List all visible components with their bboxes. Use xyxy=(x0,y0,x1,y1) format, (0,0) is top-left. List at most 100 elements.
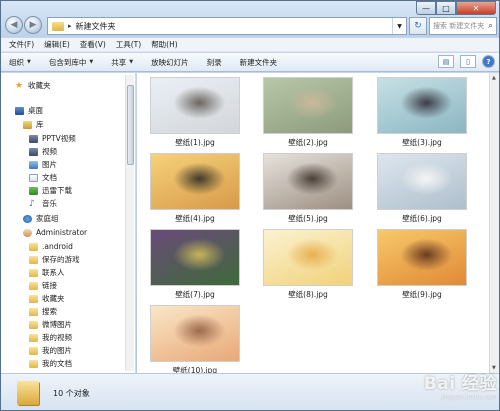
nav-library-documents[interactable]: 文档 xyxy=(29,171,57,184)
nav-user-folder-label: 我的图片 xyxy=(42,346,72,355)
nav-user-folder[interactable]: 收藏夹 xyxy=(29,292,65,305)
file-item[interactable]: 壁纸(2).jpg xyxy=(262,77,354,151)
menu-file[interactable]: 文件(F) xyxy=(9,39,34,50)
user-icon xyxy=(23,228,32,237)
nav-user-folder-label: .android xyxy=(42,242,73,251)
file-name: 壁纸(8).jpg xyxy=(288,290,328,299)
scroll-down-icon[interactable]: ▼ xyxy=(492,365,496,371)
preview-pane-button[interactable]: ▯ xyxy=(460,55,476,68)
nav-libraries-label: 库 xyxy=(36,120,44,129)
file-thumbnail xyxy=(377,153,467,210)
include-in-library-button[interactable]: 包含到库中 ▼ xyxy=(49,57,93,68)
nav-library-pptv[interactable]: PPTV视频 xyxy=(29,132,76,145)
file-thumbnail xyxy=(263,77,353,134)
file-item[interactable]: 壁纸(4).jpg xyxy=(149,153,241,227)
navigation-pane: ★ 收藏夹 桌面 库 PPTV视频 视频 图片 文档 迅雷下载 ♪ 音乐 家庭组… xyxy=(1,73,136,373)
address-dropdown-button[interactable]: ▼ xyxy=(392,18,406,34)
menu-tools[interactable]: 工具(T) xyxy=(116,39,141,50)
nav-library-pptv-label: PPTV视频 xyxy=(42,134,76,143)
search-input[interactable]: 搜索 新建文件夹 ⌕ xyxy=(429,17,497,35)
star-icon: ★ xyxy=(15,80,24,91)
file-item[interactable]: 壁纸(6).jpg xyxy=(376,153,468,227)
file-name: 壁纸(7).jpg xyxy=(175,290,215,299)
slideshow-button[interactable]: 放映幻灯片 xyxy=(151,57,189,68)
nav-homegroup[interactable]: 家庭组 xyxy=(23,212,59,225)
view-icon: ▤ xyxy=(442,57,450,66)
nav-user-folder-label: 联系人 xyxy=(42,268,65,277)
nav-user-folder[interactable]: 微博图片 xyxy=(29,318,72,331)
nav-user-folder[interactable]: 链接 xyxy=(29,279,57,292)
nav-libraries[interactable]: 库 xyxy=(23,118,44,131)
share-button[interactable]: 共享 ▼ xyxy=(111,57,133,68)
organize-label: 组织 xyxy=(9,57,24,67)
video-library-icon xyxy=(29,147,38,156)
nav-user[interactable]: Administrator xyxy=(23,226,87,239)
menu-view[interactable]: 查看(V) xyxy=(80,39,106,50)
file-thumbnail xyxy=(377,77,467,134)
menu-bar: 文件(F) 编辑(E) 查看(V) 工具(T) 帮助(H) xyxy=(1,38,499,52)
nav-user-folder-label: 我的视频 xyxy=(42,333,72,342)
desktop-icon xyxy=(15,106,24,115)
file-item[interactable]: 壁纸(7).jpg xyxy=(149,229,241,303)
nav-library-thunder[interactable]: 迅雷下载 xyxy=(29,184,72,197)
organize-button[interactable]: 组织 ▼ xyxy=(9,57,31,68)
nav-library-thunder-label: 迅雷下载 xyxy=(42,186,72,195)
breadcrumb-current[interactable]: 新建文件夹 xyxy=(76,21,116,32)
nav-user-folder[interactable]: 搜索 xyxy=(29,305,57,318)
back-button[interactable]: ◀ xyxy=(5,16,23,34)
file-thumbnail xyxy=(263,153,353,210)
minimize-button[interactable]: — xyxy=(416,1,436,15)
close-button[interactable]: ✕ xyxy=(456,1,496,15)
file-thumbnail xyxy=(150,77,240,134)
slideshow-label: 放映幻灯片 xyxy=(151,57,189,67)
view-options-button[interactable]: ▤ xyxy=(438,55,454,68)
folder-icon xyxy=(29,359,38,368)
search-icon: ⌕ xyxy=(487,21,493,31)
nav-user-folder[interactable]: 我的图片 xyxy=(29,344,72,357)
file-item[interactable]: 壁纸(1).jpg xyxy=(149,77,241,151)
folder-icon xyxy=(29,255,38,264)
file-item[interactable]: 壁纸(8).jpg xyxy=(262,229,354,303)
chevron-down-icon: ▼ xyxy=(89,59,94,65)
nav-library-music[interactable]: ♪ 音乐 xyxy=(29,197,57,210)
nav-library-videos[interactable]: 视频 xyxy=(29,145,57,158)
nav-favorites[interactable]: ★ 收藏夹 xyxy=(15,79,51,92)
breadcrumb-separator-icon[interactable]: ▸ xyxy=(68,22,72,30)
music-icon: ♪ xyxy=(29,198,35,209)
nav-user-folder[interactable]: 我的文档 xyxy=(29,357,72,370)
refresh-button[interactable]: ↻ xyxy=(409,17,427,35)
title-bar: — □ ✕ ◀ ▶ ▸ 新建文件夹 ▼ ↻ 搜索 新建文件夹 ⌕ xyxy=(1,1,499,37)
scroll-up-icon[interactable]: ▲ xyxy=(492,75,496,81)
burn-button[interactable]: 刻录 xyxy=(207,57,222,68)
file-thumbnail xyxy=(377,229,467,286)
burn-label: 刻录 xyxy=(206,57,222,67)
folder-icon xyxy=(29,320,38,329)
file-name: 壁纸(3).jpg xyxy=(402,138,442,147)
help-icon: ? xyxy=(486,57,491,66)
maximize-button[interactable]: □ xyxy=(436,1,456,15)
file-item[interactable]: 壁纸(5).jpg xyxy=(262,153,354,227)
command-bar: 组织 ▼ 包含到库中 ▼ 共享 ▼ 放映幻灯片 刻录 新建文件夹 ▤ ▯ ? xyxy=(1,53,499,72)
explorer-window: — □ ✕ ◀ ▶ ▸ 新建文件夹 ▼ ↻ 搜索 新建文件夹 ⌕ 文件(F) 编… xyxy=(0,0,500,411)
address-bar[interactable]: ▸ 新建文件夹 ▼ xyxy=(47,17,407,35)
file-item[interactable]: 壁纸(3).jpg xyxy=(376,77,468,151)
scrollbar-thumb[interactable] xyxy=(127,85,134,165)
nav-desktop[interactable]: 桌面 xyxy=(15,104,43,117)
menu-edit[interactable]: 编辑(E) xyxy=(44,39,70,50)
folder-icon xyxy=(29,307,38,316)
nav-user-folder[interactable]: 保存的游戏 xyxy=(29,253,80,266)
file-item[interactable]: 壁纸(9).jpg xyxy=(376,229,468,303)
nav-user-folder[interactable]: 我的视频 xyxy=(29,331,72,344)
navigation-scrollbar[interactable] xyxy=(125,75,134,371)
nav-user-folder[interactable]: 联系人 xyxy=(29,266,65,279)
help-button[interactable]: ? xyxy=(482,55,495,68)
new-folder-button[interactable]: 新建文件夹 xyxy=(240,57,278,68)
menu-help[interactable]: 帮助(H) xyxy=(151,39,178,50)
nav-library-pictures[interactable]: 图片 xyxy=(29,158,57,171)
nav-user-folder[interactable]: .android xyxy=(29,240,73,253)
forward-button[interactable]: ▶ xyxy=(24,16,42,34)
content-scrollbar[interactable]: ▲ ▼ xyxy=(489,73,499,373)
folder-icon xyxy=(29,294,38,303)
file-name: 壁纸(6).jpg xyxy=(402,214,442,223)
file-item[interactable]: 壁纸(10).jpg xyxy=(149,305,241,373)
